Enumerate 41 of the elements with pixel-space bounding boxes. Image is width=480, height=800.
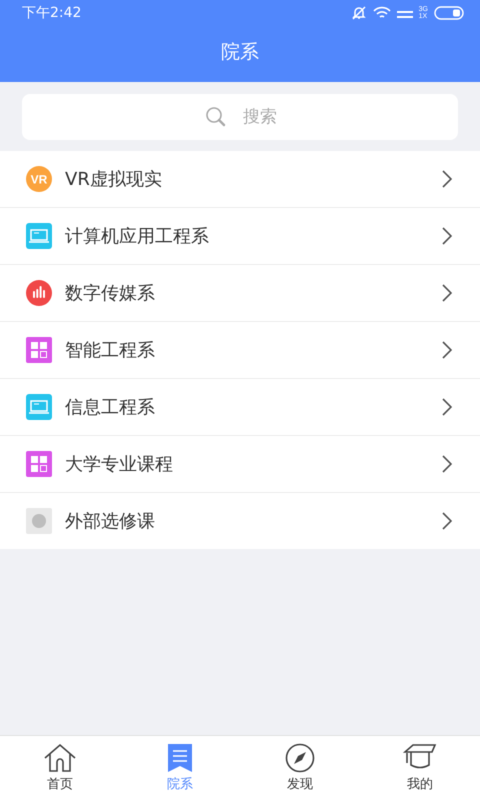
wifi-icon	[372, 6, 391, 20]
search-icon	[204, 105, 228, 129]
department-name: VR虚拟现实	[65, 168, 163, 191]
chevron-right-icon	[442, 455, 452, 473]
department-name: 智能工程系	[65, 339, 156, 362]
grid-icon	[26, 451, 52, 477]
grid-icon	[26, 337, 52, 363]
department-item[interactable]: 信息工程系	[0, 379, 480, 436]
chevron-right-icon	[442, 341, 452, 359]
chevron-right-icon	[442, 227, 452, 245]
department-item[interactable]: 大学专业课程	[0, 436, 480, 493]
department-name: 计算机应用工程系	[65, 225, 210, 248]
department-item[interactable]: 计算机应用工程系	[0, 208, 480, 265]
chevron-right-icon	[442, 284, 452, 302]
compass-icon	[285, 743, 315, 773]
department-name: 数字传媒系	[65, 282, 156, 305]
status-time: 下午2:42	[22, 4, 82, 22]
vr-icon: VR	[26, 166, 52, 192]
chevron-right-icon	[442, 170, 452, 188]
chevron-right-icon	[442, 398, 452, 416]
department-item[interactable]: VR VR虚拟现实	[0, 151, 480, 208]
sound-bars-icon	[26, 280, 52, 306]
tab[interactable]: 我的	[360, 736, 480, 800]
department-item[interactable]: 数字传媒系	[0, 265, 480, 322]
department-name: 外部选修课	[65, 510, 156, 533]
department-item[interactable]: 外部选修课	[0, 493, 480, 549]
coin-icon	[26, 508, 52, 534]
department-name: 信息工程系	[65, 396, 156, 419]
laptop-icon	[26, 394, 52, 420]
home-icon	[43, 743, 77, 773]
tab[interactable]: 首页	[0, 736, 120, 800]
page-title: 院系	[221, 40, 259, 64]
laptop-icon	[26, 223, 52, 249]
tab[interactable]: 发现	[240, 736, 360, 800]
chevron-right-icon	[442, 512, 452, 530]
battery-icon	[434, 6, 464, 20]
search-field[interactable]: 搜索	[22, 94, 458, 140]
bookmark-list-icon	[167, 743, 193, 773]
department-name: 大学专业课程	[65, 453, 174, 476]
bell-off-icon	[350, 4, 367, 20]
department-item[interactable]: 智能工程系	[0, 322, 480, 379]
